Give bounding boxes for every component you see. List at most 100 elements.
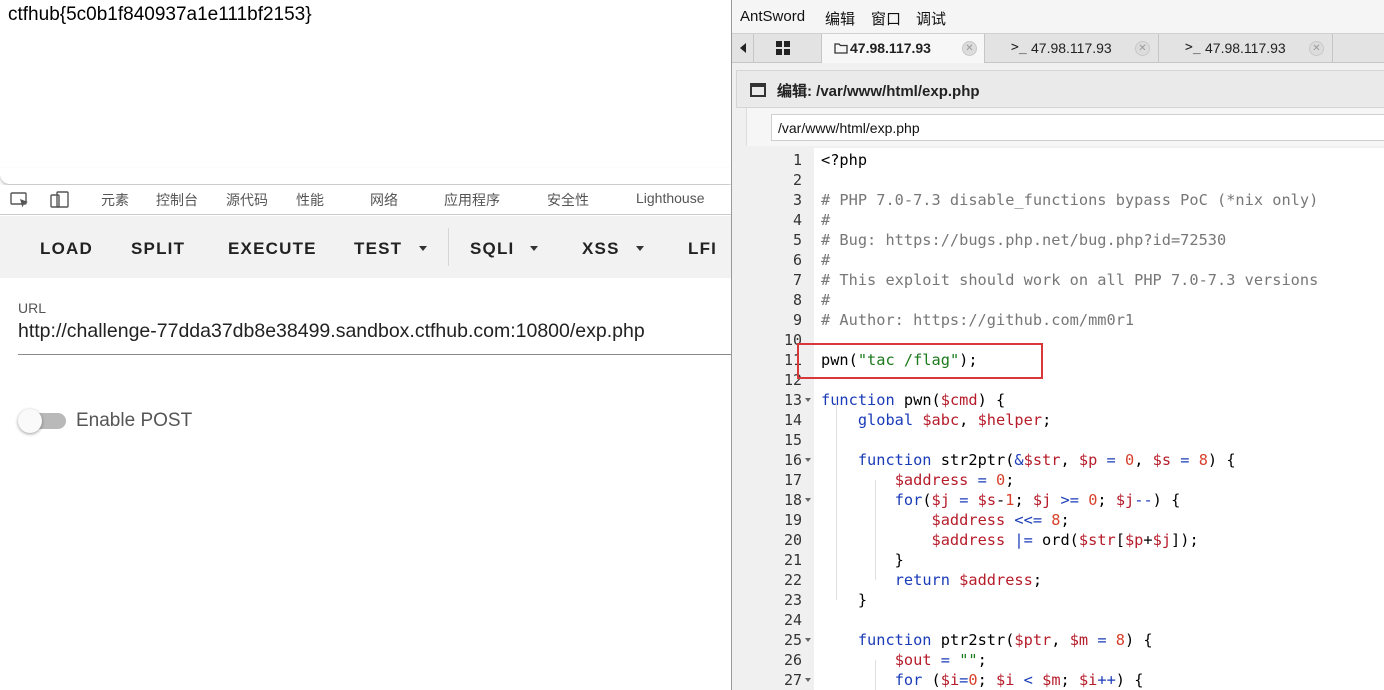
code-line[interactable]: global $abc, $helper; [821,410,1051,430]
menu-edit[interactable]: 编辑 [825,8,855,29]
inspect-element-icon[interactable] [10,191,30,209]
sqli-dropdown-caret-icon[interactable] [530,246,538,251]
grid-icon [776,41,790,55]
code-line[interactable]: # [821,210,830,230]
line-number: 3 [792,191,802,209]
antsword-menubar: AntSword 编辑 窗口 调试 [732,0,1384,33]
xss-dropdown-caret-icon[interactable] [636,246,644,251]
line-number: 14 [783,411,802,429]
code-line[interactable]: } [821,550,904,570]
code-line[interactable]: $address |= ord($str[$p+$j]); [821,530,1199,550]
line-number: 10 [783,331,802,349]
code-line[interactable]: function pwn($cmd) { [821,390,1005,410]
close-icon[interactable]: ✕ [1135,41,1150,56]
line-number: 4 [792,211,802,229]
line-number: 13 [783,391,802,409]
file-path-input[interactable]: /var/www/html/exp.php [771,114,1384,141]
devtools-tab-performance[interactable]: 性能 [296,190,324,210]
code-line[interactable]: for ($i=0; $i < $m; $i++) { [821,670,1144,690]
menu-antsword[interactable]: AntSword [740,8,805,25]
fold-caret-icon[interactable] [805,498,811,502]
line-number: 26 [783,651,802,669]
line-number: 8 [792,291,802,309]
line-number: 23 [783,591,802,609]
terminal-icon: >_ [1185,40,1201,55]
code-line[interactable]: $address = 0; [821,470,1015,490]
execute-button[interactable]: EXECUTE [228,239,317,259]
xss-button[interactable]: XSS [582,239,620,259]
load-button[interactable]: LOAD [40,239,93,259]
code-editor[interactable]: 1 2 3 4 5 6 7 8 9 10 11 12 13 14 15 16 17 18 19 20 21 22 23 24 2… [746,148,1384,690]
test-dropdown-caret-icon[interactable] [419,246,427,251]
line-number: 16 [783,451,802,469]
line-number: 9 [792,311,802,329]
fold-caret-icon[interactable] [805,638,811,642]
devtools-tab-security[interactable]: 安全性 [547,190,589,210]
code-line[interactable]: $address <<= 8; [821,510,1070,530]
tab-scroll-left[interactable] [732,34,754,63]
tab-terminal-1[interactable]: >_ 47.98.117.93 ✕ [985,34,1159,63]
code-line[interactable]: # Author: https://github.com/mm0r1 [821,310,1134,330]
code-line[interactable]: # This exploit should work on all PHP 7.… [821,270,1318,290]
line-number: 5 [792,231,802,249]
browser-pane: ctfhub{5c0b1f840937a1e111bf2153} 元素 控制台 … [0,0,731,690]
lfi-button[interactable]: LFI [688,239,717,259]
editor-panel-header: 编辑: /var/www/html/exp.php [736,70,1384,108]
line-number: 1 [792,151,802,169]
tab-home[interactable] [754,34,822,63]
close-icon[interactable]: ✕ [962,41,977,56]
line-number: 18 [783,491,802,509]
tab-file-manager[interactable]: 47.98.117.93 ✕ [822,34,985,63]
flag-text: ctfhub{5c0b1f840937a1e111bf2153} [8,4,312,25]
hackbar-toolbar: LOAD SPLIT EXECUTE TEST SQLI XSS LFI [0,216,731,278]
line-number: 2 [792,171,802,189]
code-line[interactable]: return $address; [821,570,1042,590]
fold-caret-icon[interactable] [805,398,811,402]
url-label: URL [18,300,47,316]
url-input-underline [18,354,731,355]
tab-terminal-2[interactable]: >_ 47.98.117.93 ✕ [1159,34,1333,63]
line-number: 12 [783,371,802,389]
code-line[interactable]: # PHP 7.0-7.3 disable_functions bypass P… [821,190,1318,210]
code-line[interactable]: # [821,250,830,270]
line-number: 24 [783,611,802,629]
devtools-tab-elements[interactable]: 元素 [101,190,129,210]
enable-post-toggle[interactable] [18,409,42,433]
path-bar: /var/www/html/exp.php [746,108,1384,146]
tab-file-manager-label: 47.98.117.93 [850,40,931,56]
hackbar-separator [448,228,449,266]
fold-caret-icon[interactable] [805,458,811,462]
line-number: 21 [783,551,802,569]
fold-caret-icon[interactable] [805,678,811,682]
close-icon[interactable]: ✕ [1309,41,1324,56]
devtools-tab-console[interactable]: 控制台 [156,190,198,210]
test-button[interactable]: TEST [354,239,402,259]
devtools-tab-application[interactable]: 应用程序 [444,190,500,210]
terminal-icon: >_ [1011,40,1027,55]
code-line[interactable]: # Bug: https://bugs.php.net/bug.php?id=7… [821,230,1226,250]
device-toolbar-icon[interactable] [50,191,70,209]
split-button[interactable]: SPLIT [131,239,185,259]
screenshot-root: ctfhub{5c0b1f840937a1e111bf2153} 元素 控制台 … [0,0,1384,690]
caret-left-icon [740,43,746,53]
line-number-gutter: 1 2 3 4 5 6 7 8 9 10 11 12 13 14 15 16 17 18 19 20 21 22 23 24 2… [746,148,814,690]
code-line[interactable]: } [821,590,867,610]
indent-guide [836,400,837,600]
code-line[interactable]: function str2ptr(&$str, $p = 0, $s = 8) … [821,450,1236,470]
folder-icon [834,43,848,54]
code-line[interactable]: $out = ""; [821,650,987,670]
url-input[interactable]: http://challenge-77dda37db8e38499.sandbo… [18,320,645,343]
devtools-tab-network[interactable]: 网络 [370,190,398,210]
indent-guide [875,480,876,580]
code-line[interactable]: <?php [821,150,867,170]
line-number: 19 [783,511,802,529]
menu-window[interactable]: 窗口 [871,8,901,29]
line-number: 11 [783,351,802,369]
menu-debug[interactable]: 调试 [916,8,946,29]
code-line[interactable]: function ptr2str($ptr, $m = 8) { [821,630,1153,650]
line-number: 6 [792,251,802,269]
sqli-button[interactable]: SQLI [470,239,514,259]
devtools-tab-lighthouse[interactable]: Lighthouse [636,190,705,206]
devtools-tab-sources[interactable]: 源代码 [226,190,268,210]
code-line[interactable]: # [821,290,830,310]
